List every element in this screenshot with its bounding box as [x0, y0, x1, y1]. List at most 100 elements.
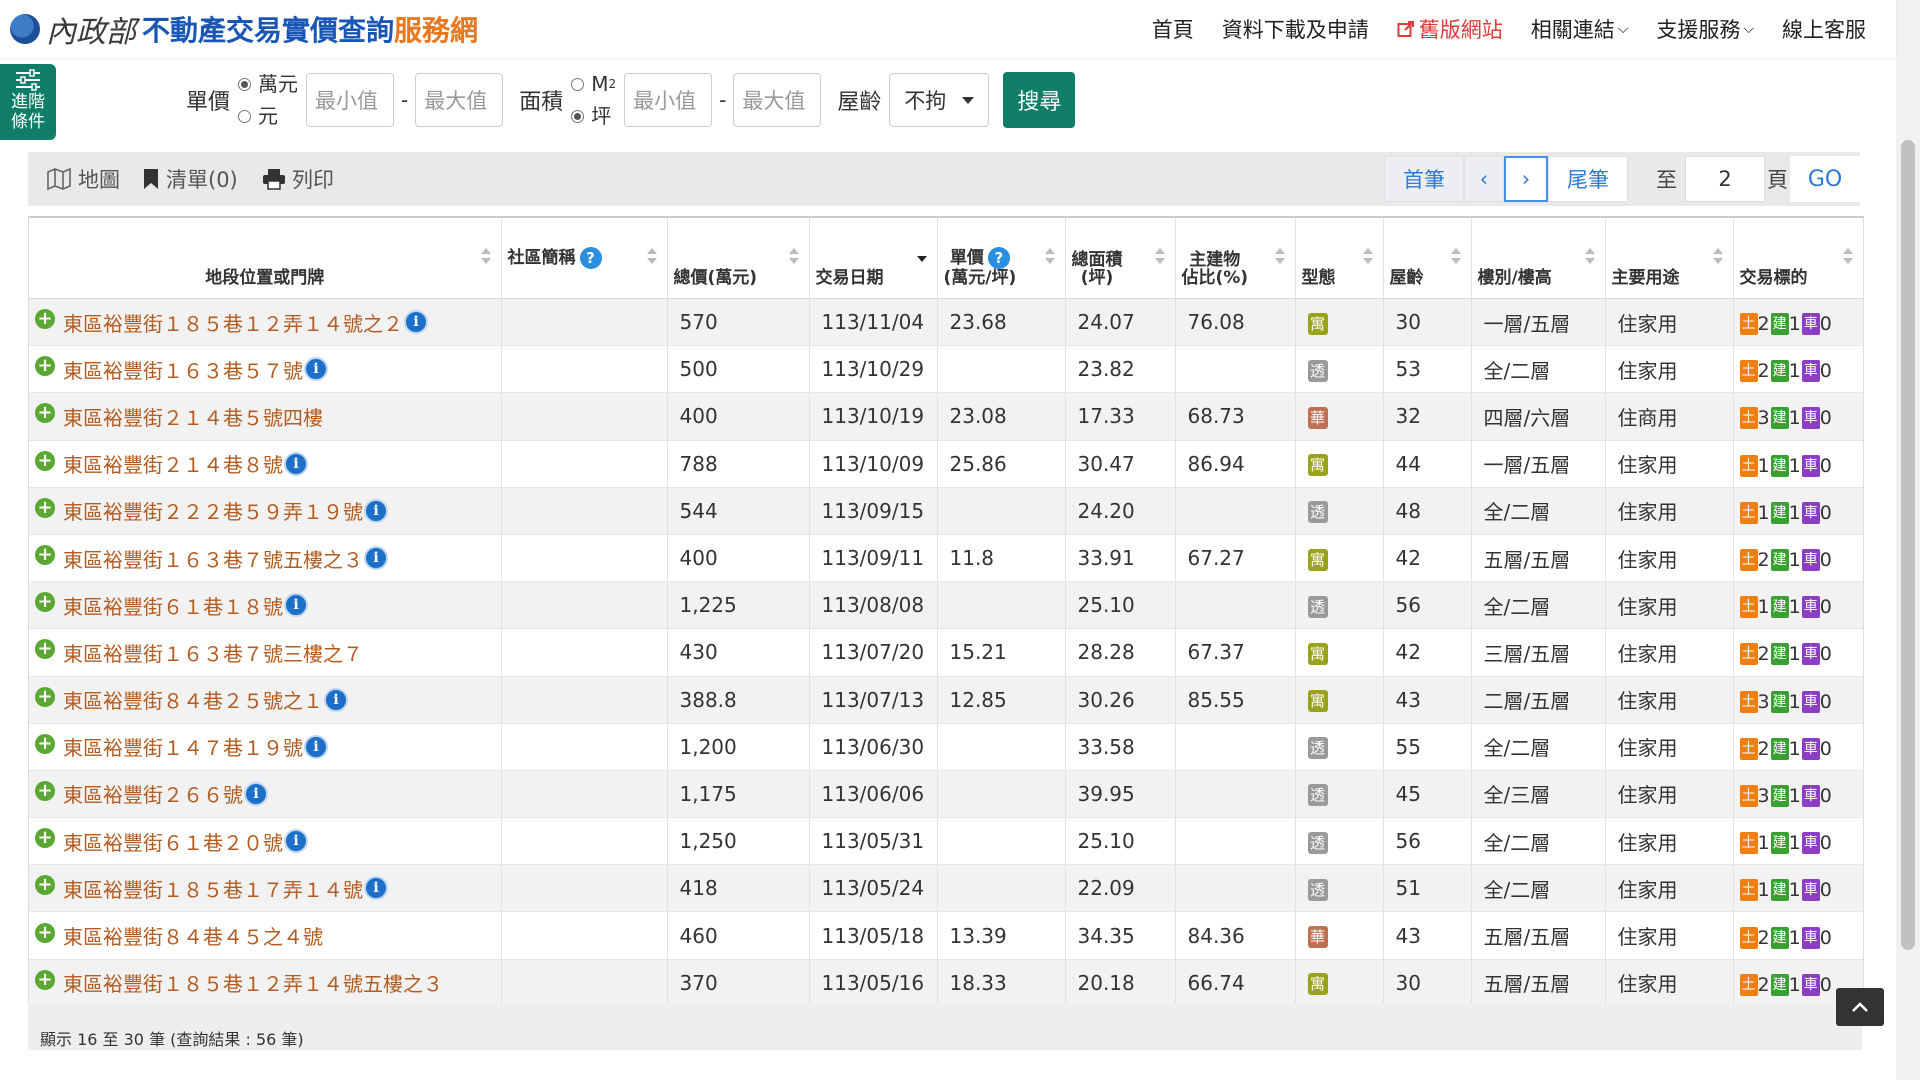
nav-online-service[interactable]: 線上客服	[1782, 14, 1866, 44]
table-row[interactable]: + 東區裕豐街１６３巷５７號 i 500 113/10/29 23.82 透 53 全/二層 住家…	[29, 345, 1863, 394]
nav-related-links[interactable]: 相關連結 ⌵	[1531, 14, 1629, 44]
table-row[interactable]: + 東區裕豐街１８５巷１７弄１４號 i 418 113/05/24 22.09 透 51 全/二…	[29, 864, 1863, 913]
list-button[interactable]: 清單(0)	[142, 152, 238, 206]
address-link[interactable]: 東區裕豐街８４巷４５之４號	[63, 925, 323, 949]
address-link[interactable]: 東區裕豐街２２２巷５９弄１９號	[63, 500, 363, 524]
nav-support[interactable]: 支援服務 ⌵	[1656, 14, 1754, 44]
age-select[interactable]: 不拘	[889, 73, 990, 127]
table-row[interactable]: + 東區裕豐街１８５巷１２弄１４號之２ i 570 113/11/04 23.68 24.0…	[29, 298, 1863, 347]
unit-price-max-input[interactable]: 最大值	[415, 73, 504, 127]
col-community[interactable]: 社區簡稱?	[501, 218, 668, 299]
nav-download[interactable]: 資料下載及申請	[1222, 14, 1369, 44]
advanced-filter-button[interactable]: 進階 條件	[0, 64, 56, 140]
area-min-input[interactable]: 最小值	[624, 73, 713, 127]
radio-dot[interactable]	[571, 77, 585, 91]
prev-page-button[interactable]: ‹	[1464, 156, 1504, 202]
info-icon[interactable]: i	[284, 829, 308, 854]
table-row[interactable]: + 東區裕豐街２１４巷８號 i 788 113/10/09 25.86 30.47 86.94…	[29, 440, 1863, 488]
table-row[interactable]: + 東區裕豐街１６３巷７號五樓之３ i 400 113/09/11 11.8 33.91 67…	[29, 534, 1863, 583]
sort-desc-icon[interactable]	[916, 248, 927, 266]
site-logo[interactable]: 內政部 不動產交易實價查詢 服務網	[10, 0, 478, 58]
col-date[interactable]: 交易日期	[809, 218, 938, 299]
table-row[interactable]: + 東區裕豐街２６６號 i 1,175 113/06/06 39.95 透 45 全/三層 住家用…	[29, 770, 1863, 819]
address-link[interactable]: 東區裕豐街２１４巷８號	[63, 453, 283, 477]
expand-row-icon[interactable]: +	[35, 875, 55, 896]
col-floor[interactable]: 樓別/樓高	[1471, 218, 1606, 299]
page-scrollbar[interactable]	[1896, 0, 1920, 1080]
info-icon[interactable]: i	[364, 876, 388, 901]
col-main-ratio[interactable]: 主建物 佔比(%)	[1175, 218, 1296, 299]
table-row[interactable]: + 東區裕豐街２２２巷５９弄１９號 i 544 113/09/15 24.20 透 48 全/二…	[29, 487, 1863, 535]
col-target[interactable]: 交易標的	[1733, 218, 1863, 299]
table-row[interactable]: + 東區裕豐街６１巷１８號 i 1,225 113/08/08 25.10 透 56 全/二層住…	[29, 581, 1863, 630]
table-row[interactable]: + 東區裕豐街８４巷２５號之１ i 388.8 113/07/13 12.85 30.26 8…	[29, 676, 1863, 724]
expand-row-icon[interactable]: +	[35, 497, 55, 518]
sort-icon[interactable]	[1584, 248, 1595, 266]
expand-row-icon[interactable]: +	[35, 356, 55, 377]
table-row[interactable]: + 東區裕豐街８４巷４５之４號 460 113/05/18 13.39 34.35 84.3…	[29, 911, 1863, 960]
col-total-price[interactable]: 總價(萬元)	[667, 218, 810, 299]
address-link[interactable]: 東區裕豐街１６３巷７號五樓之３	[63, 548, 363, 572]
address-link[interactable]: 東區裕豐街１８５巷１２弄１４號五樓之３	[63, 972, 443, 996]
info-icon[interactable]: i	[324, 687, 348, 712]
table-row[interactable]: + 東區裕豐街６１巷２０號 i 1,250 113/05/31 25.10 透 56 全/二層住…	[29, 817, 1863, 866]
info-icon[interactable]: i	[404, 310, 428, 335]
expand-row-icon[interactable]: +	[35, 828, 55, 849]
col-age[interactable]: 屋齡	[1383, 218, 1472, 299]
info-icon[interactable]: i	[284, 593, 308, 618]
address-link[interactable]: 東區裕豐街１４７巷１９號	[63, 736, 303, 760]
area-max-input[interactable]: 最大值	[733, 73, 822, 127]
radio-dot[interactable]	[238, 109, 252, 123]
radio-dot[interactable]	[571, 109, 585, 123]
nav-home[interactable]: 首頁	[1152, 14, 1194, 44]
radio-yuan[interactable]: 元	[238, 100, 298, 132]
expand-row-icon[interactable]: +	[35, 969, 55, 990]
table-row[interactable]: + 東區裕豐街１８５巷１２弄１４號五樓之３ 370 113/05/16 18.33 20.…	[29, 959, 1863, 1007]
expand-row-icon[interactable]: +	[35, 545, 55, 566]
sort-icon[interactable]	[1044, 248, 1055, 266]
sort-icon[interactable]	[1362, 248, 1373, 266]
radio-m2[interactable]: M2	[571, 68, 616, 100]
expand-row-icon[interactable]: +	[35, 780, 55, 801]
expand-row-icon[interactable]: +	[35, 733, 55, 754]
col-address[interactable]: 地段位置或門牌	[29, 218, 502, 299]
radio-wan-yuan[interactable]: 萬元	[238, 68, 298, 100]
info-icon[interactable]: i	[304, 734, 328, 759]
col-usage[interactable]: 主要用途	[1605, 218, 1734, 299]
info-icon[interactable]: i	[364, 546, 388, 571]
radio-dot[interactable]	[238, 77, 252, 91]
expand-row-icon[interactable]: +	[35, 450, 55, 471]
address-link[interactable]: 東區裕豐街１６３巷７號三樓之７	[63, 642, 363, 666]
expand-row-icon[interactable]: +	[35, 592, 55, 613]
sort-icon[interactable]	[1274, 248, 1285, 266]
last-page-button[interactable]: 尾筆	[1548, 156, 1628, 202]
address-link[interactable]: 東區裕豐街６１巷２０號	[63, 831, 283, 855]
info-icon[interactable]: i	[244, 781, 268, 806]
first-page-button[interactable]: 首筆	[1384, 156, 1464, 202]
address-link[interactable]: 東區裕豐街６１巷１８號	[63, 595, 283, 619]
col-type[interactable]: 型態	[1295, 218, 1384, 299]
address-link[interactable]: 東區裕豐街１８５巷１７弄１４號	[63, 878, 363, 902]
back-to-top-button[interactable]	[1836, 988, 1884, 1026]
expand-row-icon[interactable]: +	[35, 922, 55, 943]
go-button[interactable]: GO	[1790, 156, 1860, 202]
sort-icon[interactable]	[1712, 248, 1723, 266]
info-icon[interactable]: i	[364, 498, 388, 523]
col-area[interactable]: 總面積 (坪)	[1065, 218, 1176, 299]
help-icon[interactable]: ?	[987, 247, 1010, 269]
expand-row-icon[interactable]: +	[35, 686, 55, 707]
address-link[interactable]: 東區裕豐街２１４巷５號四樓	[63, 406, 323, 430]
page-number-input[interactable]: 2	[1685, 156, 1765, 202]
expand-row-icon[interactable]: +	[35, 403, 55, 424]
table-row[interactable]: + 東區裕豐街１６３巷７號三樓之７ 430 113/07/20 15.21 28.28 67…	[29, 628, 1863, 677]
help-icon[interactable]: ?	[579, 247, 602, 269]
scrollbar-thumb[interactable]	[1901, 140, 1915, 950]
address-link[interactable]: 東區裕豐街１８５巷１２弄１４號之２	[63, 312, 403, 336]
info-icon[interactable]: i	[304, 357, 328, 382]
radio-ping[interactable]: 坪	[571, 100, 616, 132]
sort-icon[interactable]	[646, 248, 657, 266]
address-link[interactable]: 東區裕豐街２６６號	[63, 783, 243, 807]
print-button[interactable]: 列印	[262, 152, 334, 206]
unit-price-min-input[interactable]: 最小值	[306, 73, 395, 127]
info-icon[interactable]: i	[284, 451, 308, 476]
